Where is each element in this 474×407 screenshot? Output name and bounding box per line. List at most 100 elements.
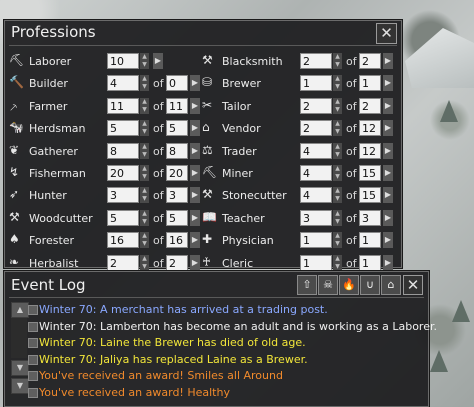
worker-count-input[interactable]: 3 [300,209,332,226]
stepper-down-icon[interactable]: ▼ [140,106,149,114]
next-arrow-icon[interactable]: ▶ [383,120,393,137]
count-stepper[interactable]: ▲ ▼ [333,75,342,92]
close-button[interactable]: ✕ [403,275,423,295]
count-stepper[interactable]: ▲ ▼ [333,165,342,181]
next-arrow-icon[interactable]: ▶ [190,75,200,92]
worker-count-input[interactable]: 1 [300,232,332,249]
stepper-up-icon[interactable]: ▲ [333,53,342,61]
count-stepper[interactable]: ▲ ▼ [333,142,342,159]
stepper-down-icon[interactable]: ▼ [140,83,149,91]
stepper-down-icon[interactable]: ▼ [333,173,342,181]
worker-count-input[interactable]: 2 [300,53,332,69]
worker-count-input[interactable]: 4 [300,165,332,181]
stepper-down-icon[interactable]: ▼ [333,106,342,114]
stepper-down-icon[interactable]: ▼ [333,61,342,69]
stepper-down-icon[interactable]: ▼ [140,263,149,271]
next-arrow-icon[interactable]: ▶ [383,187,393,204]
count-stepper[interactable]: ▲ ▼ [140,209,149,226]
stepper-up-icon[interactable]: ▲ [140,210,149,218]
stepper-down-icon[interactable]: ▼ [140,173,149,181]
entry-marker-icon[interactable] [28,338,38,348]
next-arrow-icon[interactable]: ▶ [190,209,200,226]
worker-count-input[interactable]: 1 [300,254,332,271]
count-stepper[interactable]: ▲ ▼ [333,97,342,114]
count-stepper[interactable]: ▲ ▼ [140,165,149,181]
stepper-up-icon[interactable]: ▲ [140,255,149,263]
next-arrow-icon[interactable]: ▶ [153,53,163,69]
scroll-bottom-button[interactable]: ▼ [11,378,29,394]
close-button[interactable]: ✕ [376,23,397,44]
worker-count-input[interactable]: 10 [107,53,139,69]
count-stepper[interactable]: ▲ ▼ [333,53,342,69]
next-arrow-icon[interactable]: ▶ [190,165,200,181]
stepper-down-icon[interactable]: ▼ [140,240,149,248]
worker-count-input[interactable]: 4 [107,75,139,92]
stepper-up-icon[interactable]: ▲ [333,187,342,195]
stepper-up-icon[interactable]: ▲ [140,98,149,106]
next-arrow-icon[interactable]: ▶ [383,142,393,159]
entry-marker-icon[interactable] [28,387,38,398]
worker-count-input[interactable]: 2 [300,97,332,114]
stepper-up-icon[interactable]: ▲ [140,187,149,195]
count-stepper[interactable]: ▲ ▼ [333,232,342,249]
count-stepper[interactable]: ▲ ▼ [140,187,149,204]
stepper-up-icon[interactable]: ▲ [333,255,342,263]
count-stepper[interactable]: ▲ ▼ [140,75,149,92]
next-arrow-icon[interactable]: ▶ [383,254,393,271]
stepper-up-icon[interactable]: ▲ [333,210,342,218]
worker-count-input[interactable]: 20 [107,165,139,181]
stepper-up-icon[interactable]: ▲ [140,232,149,240]
worker-count-input[interactable]: 5 [107,120,139,137]
next-arrow-icon[interactable]: ▶ [383,53,393,69]
worker-count-input[interactable]: 4 [300,187,332,204]
stepper-up-icon[interactable]: ▲ [140,53,149,61]
count-stepper[interactable]: ▲ ▼ [333,120,342,137]
stepper-up-icon[interactable]: ▲ [333,232,342,240]
fire-filter-button[interactable]: 🔥 [339,275,359,295]
stepper-up-icon[interactable]: ▲ [333,165,342,173]
stepper-down-icon[interactable]: ▼ [140,151,149,159]
worker-count-input[interactable]: 8 [107,142,139,159]
worker-count-input[interactable]: 3 [107,187,139,204]
count-stepper[interactable]: ▲ ▼ [333,187,342,204]
entry-marker-icon[interactable] [28,321,38,332]
stepper-down-icon[interactable]: ▼ [333,263,342,271]
worker-count-input[interactable]: 11 [107,97,139,114]
stepper-up-icon[interactable]: ▲ [140,75,149,83]
count-stepper[interactable]: ▲ ▼ [333,254,342,271]
stepper-down-icon[interactable]: ▼ [333,195,342,203]
next-arrow-icon[interactable]: ▶ [383,97,393,114]
scrollbar-track[interactable] [11,318,27,358]
worker-count-input[interactable]: 2 [107,254,139,271]
stepper-up-icon[interactable]: ▲ [333,120,342,128]
entry-marker-icon[interactable] [28,354,38,365]
worker-count-input[interactable]: 16 [107,232,139,249]
stepper-up-icon[interactable]: ▲ [140,120,149,128]
worker-count-input[interactable]: 2 [300,120,332,137]
stepper-up-icon[interactable]: ▲ [333,98,342,106]
next-arrow-icon[interactable]: ▶ [190,254,200,271]
house-filter-button[interactable]: ⌂ [381,275,401,295]
next-arrow-icon[interactable]: ▶ [190,120,200,137]
next-arrow-icon[interactable]: ▶ [383,165,393,181]
stepper-down-icon[interactable]: ▼ [333,128,342,136]
scroll-down-button[interactable]: ▼ [11,360,29,376]
count-stepper[interactable]: ▲ ▼ [333,209,342,226]
count-stepper[interactable]: ▲ ▼ [140,232,149,249]
next-arrow-icon[interactable]: ▶ [190,97,200,114]
stepper-up-icon[interactable]: ▲ [140,143,149,151]
worker-count-input[interactable]: 1 [300,75,332,92]
cup-filter-button[interactable]: ∪ [360,275,380,295]
stepper-up-icon[interactable]: ▲ [333,143,342,151]
count-stepper[interactable]: ▲ ▼ [140,120,149,137]
stepper-down-icon[interactable]: ▼ [333,83,342,91]
count-stepper[interactable]: ▲ ▼ [140,53,149,69]
stepper-up-icon[interactable]: ▲ [140,165,149,173]
stepper-down-icon[interactable]: ▼ [140,195,149,203]
worker-count-input[interactable]: 4 [300,142,332,159]
stepper-down-icon[interactable]: ▼ [140,61,149,69]
count-stepper[interactable]: ▲ ▼ [140,142,149,159]
stepper-down-icon[interactable]: ▼ [140,218,149,226]
count-stepper[interactable]: ▲ ▼ [140,254,149,271]
stepper-down-icon[interactable]: ▼ [140,128,149,136]
